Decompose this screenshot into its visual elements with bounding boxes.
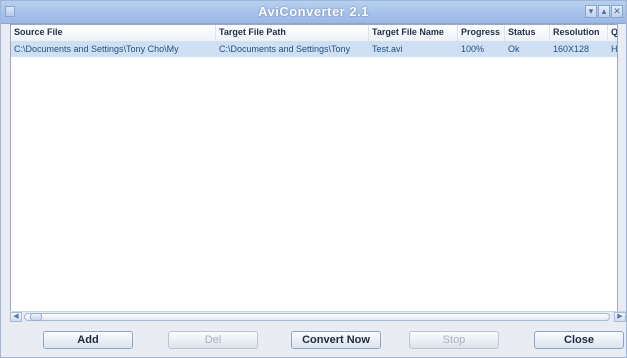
column-target-path[interactable]: Target File Path bbox=[216, 25, 369, 41]
cell-resolution: 160X128 bbox=[553, 44, 590, 54]
app-window: AviConverter 2.1 ▾ ▴ ✕ Source File Targe… bbox=[0, 0, 627, 358]
stop-button[interactable]: Stop bbox=[409, 331, 499, 349]
scroll-thumb[interactable] bbox=[30, 313, 42, 321]
del-button[interactable]: Del bbox=[168, 331, 258, 349]
convert-now-button[interactable]: Convert Now bbox=[291, 331, 381, 349]
scroll-left-icon[interactable]: ◀ bbox=[10, 312, 22, 322]
button-bar: Add Del Convert Now Stop Close bbox=[1, 323, 626, 357]
window-title: AviConverter 2.1 bbox=[258, 4, 369, 19]
conversion-list[interactable]: Source File Target File Path Target File… bbox=[10, 24, 618, 322]
column-progress[interactable]: Progress bbox=[458, 25, 505, 41]
column-resolution[interactable]: Resolution bbox=[550, 25, 608, 41]
table-row[interactable]: C:\Documents and Settings\Tony Cho\My C:… bbox=[11, 41, 618, 57]
column-status[interactable]: Status bbox=[505, 25, 550, 41]
column-target-name[interactable]: Target File Name bbox=[369, 25, 458, 41]
title-bar[interactable]: AviConverter 2.1 ▾ ▴ ✕ bbox=[1, 1, 626, 24]
scroll-right-icon[interactable]: ▶ bbox=[614, 312, 626, 322]
add-button[interactable]: Add bbox=[43, 331, 133, 349]
list-header: Source File Target File Path Target File… bbox=[11, 25, 617, 42]
window-controls: ▾ ▴ ✕ bbox=[585, 5, 623, 19]
cell-quality: High bbox=[611, 44, 618, 54]
cell-target-path: C:\Documents and Settings\Tony bbox=[219, 44, 351, 54]
column-quality[interactable]: Qua bbox=[608, 25, 617, 41]
cell-target-name: Test.avi bbox=[372, 44, 403, 54]
maximize-icon[interactable]: ▴ bbox=[598, 5, 610, 18]
column-source-file[interactable]: Source File bbox=[11, 25, 216, 41]
cell-status: Ok bbox=[508, 44, 520, 54]
minimize-icon[interactable]: ▾ bbox=[585, 5, 597, 18]
horizontal-scrollbar[interactable]: ◀ ▶ bbox=[10, 311, 626, 322]
cell-source-file: C:\Documents and Settings\Tony Cho\My bbox=[14, 44, 179, 54]
close-icon[interactable]: ✕ bbox=[611, 5, 623, 18]
scroll-track[interactable] bbox=[24, 313, 610, 321]
close-button[interactable]: Close bbox=[534, 331, 624, 349]
cell-progress: 100% bbox=[461, 44, 485, 54]
